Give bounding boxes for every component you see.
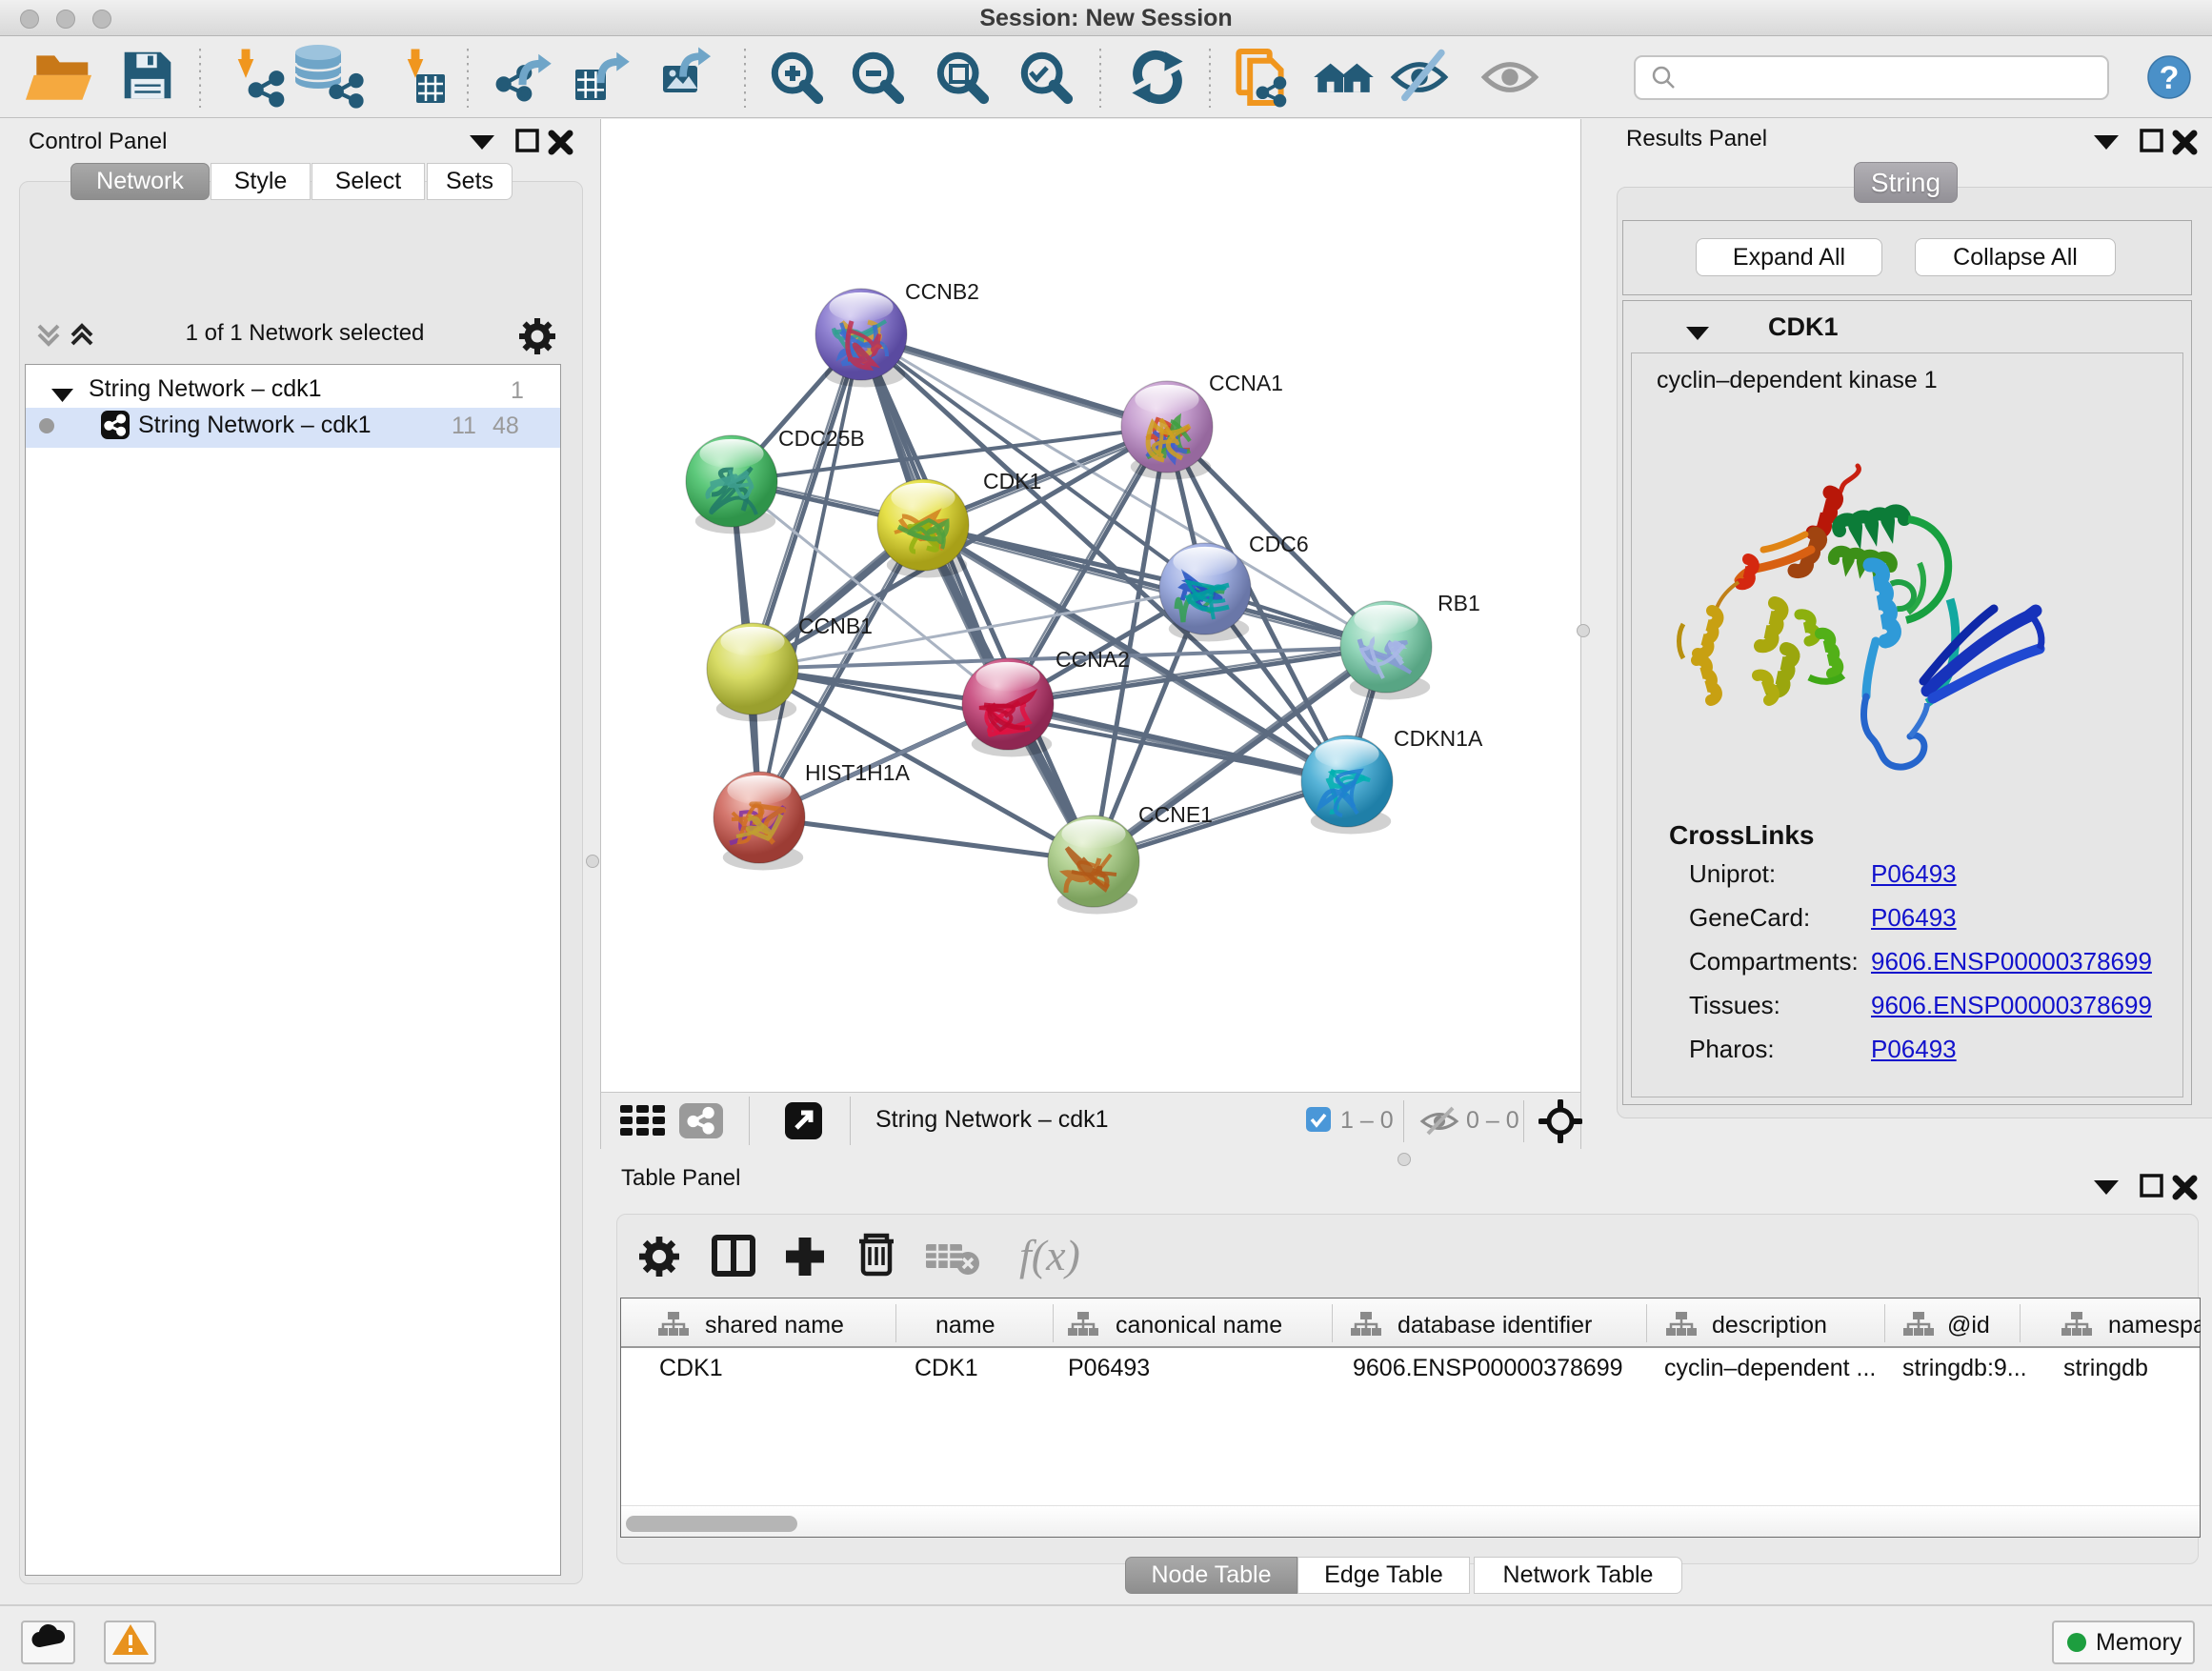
svg-text:CCNA2: CCNA2 <box>1056 647 1130 672</box>
svg-text:HIST1H1A: HIST1H1A <box>805 760 911 785</box>
svg-text:CDK1: CDK1 <box>983 469 1041 493</box>
svg-text:CCNB1: CCNB1 <box>798 614 873 638</box>
svg-text:CDKN1A: CDKN1A <box>1394 726 1483 751</box>
svg-text:CCNA1: CCNA1 <box>1209 371 1283 395</box>
svg-text:RB1: RB1 <box>1438 591 1480 615</box>
svg-text:?: ? <box>2160 60 2180 96</box>
svg-text:f(x): f(x) <box>1019 1231 1080 1279</box>
svg-text:CDC25B: CDC25B <box>778 426 865 451</box>
svg-text:CDC6: CDC6 <box>1249 532 1309 556</box>
svg-text:CCNB2: CCNB2 <box>905 279 979 304</box>
svg-text:CCNE1: CCNE1 <box>1138 802 1213 827</box>
